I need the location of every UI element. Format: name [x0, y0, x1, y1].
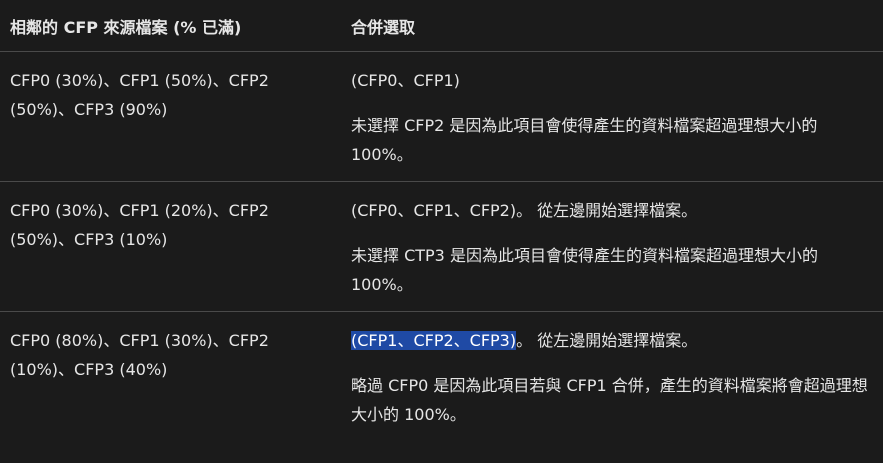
selection-note: 未選擇 CTP3 是因為此項目會使得產生的資料檔案超過理想大小的 100%。 — [351, 246, 818, 294]
selection-note: 略過 CFP0 是因為此項目若與 CFP1 合併，產生的資料檔案將會超過理想大小… — [351, 376, 868, 424]
table-row: CFP0 (30%)、CFP1 (20%)、CFP2 (50%)、CFP3 (1… — [0, 181, 883, 312]
selection-text: (CFP0、CFP1) — [351, 66, 873, 95]
selection-rest: (CFP0、CFP1、CFP2)。 從左邊開始選擇檔案。 — [351, 201, 698, 220]
selection-note: 未選擇 CFP2 是因為此項目會使得產生的資料檔案超過理想大小的 100%。 — [351, 116, 818, 164]
selection-rest: (CFP0、CFP1) — [351, 71, 460, 90]
table-row: CFP0 (80%)、CFP1 (30%)、CFP2 (10%)、CFP3 (4… — [0, 312, 883, 442]
source-files-cell: CFP0 (80%)、CFP1 (30%)、CFP2 (10%)、CFP3 (4… — [10, 331, 269, 379]
header-source-files: 相鄰的 CFP 來源檔案 (% 已滿) — [0, 0, 341, 52]
selection-text: (CFP0、CFP1、CFP2)。 從左邊開始選擇檔案。 — [351, 196, 873, 225]
table-header-row: 相鄰的 CFP 來源檔案 (% 已滿) 合併選取 — [0, 0, 883, 52]
source-files-cell: CFP0 (30%)、CFP1 (20%)、CFP2 (50%)、CFP3 (1… — [0, 181, 341, 312]
selection-rest: 。 從左邊開始選擇檔案。 — [516, 331, 698, 350]
source-files-cell: CFP0 (30%)、CFP1 (50%)、CFP2 (50%)、CFP3 (9… — [0, 51, 341, 182]
merge-selection-cell: (CFP1、CFP2、CFP3)。 從左邊開始選擇檔案。 略過 CFP0 是因為… — [341, 312, 883, 442]
table-row: CFP0 (30%)、CFP1 (50%)、CFP2 (50%)、CFP3 (9… — [0, 51, 883, 182]
header-merge-selection: 合併選取 — [341, 0, 883, 52]
merge-selection-cell: (CFP0、CFP1、CFP2)。 從左邊開始選擇檔案。 未選擇 CTP3 是因… — [341, 181, 883, 312]
selection-text: (CFP1、CFP2、CFP3)。 從左邊開始選擇檔案。 — [351, 326, 873, 355]
merge-selection-cell: (CFP0、CFP1) 未選擇 CFP2 是因為此項目會使得產生的資料檔案超過理… — [341, 51, 883, 182]
selection-highlight[interactable]: (CFP1、CFP2、CFP3) — [351, 331, 517, 350]
merge-selection-table: 相鄰的 CFP 來源檔案 (% 已滿) 合併選取 CFP0 (30%)、CFP1… — [0, 0, 883, 441]
